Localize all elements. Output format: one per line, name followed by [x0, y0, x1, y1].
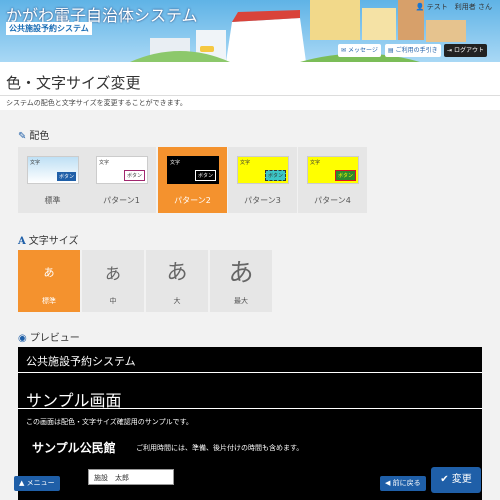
brush-icon: ✎ [18, 131, 27, 142]
page-title: 色・文字サイズ変更 [6, 74, 141, 92]
save-button[interactable]: ✔ 変更 [431, 467, 481, 493]
message-button[interactable]: ✉ メッセージ [338, 44, 381, 57]
color-option-standard[interactable]: 文字 ボタン 標準 [18, 147, 87, 213]
color-thumb-pattern3: 文字 ボタン [237, 156, 289, 184]
font-glyph: あ [166, 260, 188, 284]
thumb-text: 文字 [99, 160, 110, 166]
logout-button[interactable]: ⇥ ログアウト [444, 44, 487, 57]
usage-guide-button[interactable]: ▤ ご利用の手引き [385, 44, 441, 57]
font-option-medium[interactable]: あ 中 [82, 250, 144, 312]
system-subtitle: 公共施設予約システム [6, 22, 92, 35]
preview-facility: サンプル公民館 [32, 441, 116, 455]
color-heading-text: 配色 [29, 131, 50, 142]
font-glyph: あ [104, 264, 121, 283]
color-option-label: 標準 [44, 196, 61, 205]
chat-icon: ✉ [341, 47, 347, 54]
color-thumb-pattern1: 文字 ボタン [96, 156, 148, 184]
thumb-button: ボタン [194, 170, 216, 181]
color-option-label: パターン3 [244, 196, 281, 205]
preview-divider [18, 372, 482, 373]
font-option-label: 最大 [234, 297, 248, 305]
thumb-button: ボタン [264, 170, 286, 181]
thumb-button: ボタン [123, 170, 145, 181]
font-option-standard[interactable]: あ 標準 [18, 250, 80, 312]
color-thumb-pattern4: 文字 ボタン [307, 156, 359, 184]
user-icon: 👤 [415, 3, 425, 11]
save-label: 変更 [451, 474, 472, 485]
font-glyph: あ [228, 258, 254, 287]
thumb-text: 文字 [170, 160, 181, 166]
eye-icon: ◉ [18, 333, 27, 344]
font-option-label: 中 [109, 297, 117, 305]
color-option-label: パターン2 [174, 196, 211, 205]
check-icon: ✔ [440, 474, 449, 485]
preview-note: この画面は配色・文字サイズ確認用のサンプルです。 [26, 418, 193, 426]
font-section-heading: A 文字サイズ [18, 232, 78, 247]
color-option-pattern1[interactable]: 文字 ボタン パターン1 [87, 147, 156, 213]
preview-divider [18, 408, 482, 409]
logout-icon: ⇥ [447, 47, 453, 54]
thumb-button: ボタン [334, 170, 356, 181]
message-label: メッセージ [347, 47, 378, 54]
font-heading-text: 文字サイズ [28, 236, 79, 247]
font-option-label: 標準 [42, 297, 56, 305]
font-glyph: あ [43, 266, 55, 279]
font-option-label: 大 [173, 297, 181, 305]
thumb-button: ボタン [56, 172, 76, 181]
usage-label: ご利用の手引き [395, 47, 438, 54]
book-icon: ▤ [388, 47, 394, 54]
chevron-up-icon: ▲ [19, 479, 25, 487]
menu-button[interactable]: ▲ メニュー [14, 476, 60, 491]
menu-label: メニュー [26, 479, 55, 487]
title-divider [0, 95, 500, 96]
color-thumb-standard: 文字 ボタン [27, 156, 79, 184]
thumb-text: 文字 [240, 160, 251, 166]
back-label: 前に戻る [392, 479, 421, 487]
font-option-large[interactable]: あ 大 [146, 250, 208, 312]
preview-system-name: 公共施設予約システム [26, 355, 136, 368]
font-option-largest[interactable]: あ 最大 [210, 250, 272, 312]
preview-heading-text: プレビュー [29, 333, 80, 344]
color-option-pattern3[interactable]: 文字 ボタン パターン3 [228, 147, 297, 213]
color-option-pattern2[interactable]: 文字 ボタン パターン2 [158, 147, 227, 213]
preview-section-heading: ◉ プレビュー [18, 329, 80, 344]
color-section-heading: ✎ 配色 [18, 127, 49, 142]
user-info: 👤 テスト 利用者 さん [416, 2, 492, 12]
page-description: システムの配色と文字サイズを変更することができます。 [6, 99, 187, 107]
chevron-left-icon: ◀ [385, 479, 391, 487]
user-name: テスト 利用者 さん [426, 3, 492, 11]
font-icon: A [18, 236, 26, 247]
thumb-text: 文字 [310, 160, 321, 166]
logout-label: ログアウト [453, 47, 484, 54]
preview-facility-note: ご利用時間には、準備、後片付けの時間も含めます。 [136, 444, 304, 452]
color-option-pattern4[interactable]: 文字 ボタン パターン4 [298, 147, 367, 213]
thumb-text: 文字 [30, 160, 41, 166]
back-button[interactable]: ◀ 前に戻る [380, 476, 426, 491]
preview-name-input[interactable]: 施設 太郎 [88, 469, 174, 485]
color-thumb-pattern2: 文字 ボタン [167, 156, 219, 184]
color-option-label: パターン4 [314, 196, 351, 205]
color-option-label: パターン1 [103, 196, 140, 205]
site-header: かがわ電子自治体システム 公共施設予約システム 👤 テスト 利用者 さん ✉ メ… [0, 0, 500, 62]
